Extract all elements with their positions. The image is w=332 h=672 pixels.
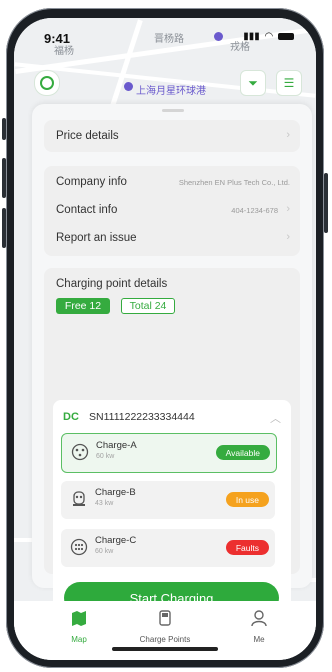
status-icons: ▮▮▮ ◠ — [243, 31, 294, 42]
charger-item[interactable]: Charge-C 60 kw Faults — [61, 529, 275, 567]
list-button[interactable]: ☰ — [276, 70, 302, 96]
filter-icon: ⏷ — [248, 75, 258, 90]
charger-power: 60 kw — [95, 548, 114, 555]
tab-charge-points[interactable]: Charge Points — [120, 601, 210, 644]
price-details-card[interactable]: Price details › — [44, 120, 300, 152]
charger-item[interactable]: Charge-B 43 kw In use — [61, 481, 275, 519]
station-sheet: Price details › Company info Shenzhen EN… — [32, 104, 312, 650]
signal-icon: ▮▮▮ — [243, 31, 260, 42]
phone-volume-down — [2, 208, 6, 248]
chevron-up-icon[interactable]: ︿ — [270, 410, 281, 426]
filter-button[interactable]: ⏷ — [240, 70, 266, 96]
company-card: Company info Shenzhen EN Plus Tech Co., … — [44, 166, 300, 256]
charger-plug-icon — [71, 443, 89, 461]
tab-charge-points-label: Charge Points — [139, 635, 191, 644]
contact-info-label: Contact info — [56, 204, 118, 216]
battery-icon — [278, 32, 294, 40]
contact-info-row[interactable]: Contact info 404-1234-678 › — [56, 203, 290, 216]
wifi-icon: ◠ — [264, 31, 274, 42]
phone-side-button — [2, 118, 6, 140]
charger-power: 43 kw — [95, 500, 114, 507]
map-icon — [72, 611, 86, 626]
chevron-right-icon: › — [286, 231, 290, 243]
charger-power: 60 kw — [96, 453, 115, 460]
report-issue-row[interactable]: Report an issue › — [56, 231, 290, 244]
status-badge: In use — [225, 492, 269, 507]
charge-point-icon — [159, 610, 171, 626]
charger-plug-icon — [70, 538, 88, 556]
status-badge: Faults — [225, 540, 269, 555]
user-icon — [251, 610, 267, 627]
total-count-badge: Total 24 — [121, 298, 175, 314]
price-details-label: Price details — [56, 130, 119, 142]
home-indicator — [112, 647, 218, 651]
tab-me[interactable]: Me — [214, 601, 304, 644]
charger-serial: SN1111222233334444 — [89, 411, 195, 423]
map-road — [14, 538, 32, 542]
status-badge: Available — [215, 445, 270, 460]
charger-plug-icon — [73, 491, 85, 506]
tab-bar: Map Charge Points Me — [14, 601, 316, 660]
tab-me-label: Me — [253, 635, 265, 644]
tab-map-label: Map — [71, 635, 87, 644]
sheet-handle[interactable] — [162, 109, 184, 112]
charger-type-label: DC — [63, 411, 79, 423]
free-count-badge: Free 12 — [56, 298, 110, 314]
company-info-row[interactable]: Company info Shenzhen EN Plus Tech Co., … — [56, 176, 290, 188]
status-time: 9:41 — [44, 31, 71, 46]
charger-name: Charge-A — [96, 440, 137, 451]
charger-name: Charge-C — [95, 535, 137, 546]
company-info-label: Company info — [56, 176, 127, 188]
locate-button[interactable] — [34, 70, 60, 96]
list-icon: ☰ — [283, 76, 295, 90]
contact-info-value: 404-1234-678 — [231, 206, 278, 215]
charging-point-title: Charging point details — [56, 278, 168, 290]
tab-map[interactable]: Map — [34, 601, 124, 644]
report-issue-label: Report an issue — [56, 232, 137, 244]
company-info-value: Shenzhen EN Plus Tech Co., Ltd. — [178, 178, 290, 187]
screen: 晋杨路 福杨 戎格 上海月星环球港 9:41 ▮▮▮ ◠ ⏷ ☰ Price d… — [14, 18, 316, 660]
phone-power-button — [324, 173, 328, 233]
chevron-right-icon: › — [286, 129, 290, 141]
locate-icon — [40, 76, 54, 90]
price-details-row[interactable]: Price details › — [56, 129, 290, 142]
charger-name: Charge-B — [95, 487, 136, 498]
location-pin-icon — [124, 82, 133, 91]
map-label-poi: 上海月星环球港 — [136, 86, 206, 97]
charger-item[interactable]: Charge-A 60 kw Available — [61, 433, 277, 473]
status-bar: 9:41 ▮▮▮ ◠ — [14, 18, 316, 48]
phone-volume-up — [2, 158, 6, 198]
chevron-right-icon: › — [286, 203, 290, 215]
